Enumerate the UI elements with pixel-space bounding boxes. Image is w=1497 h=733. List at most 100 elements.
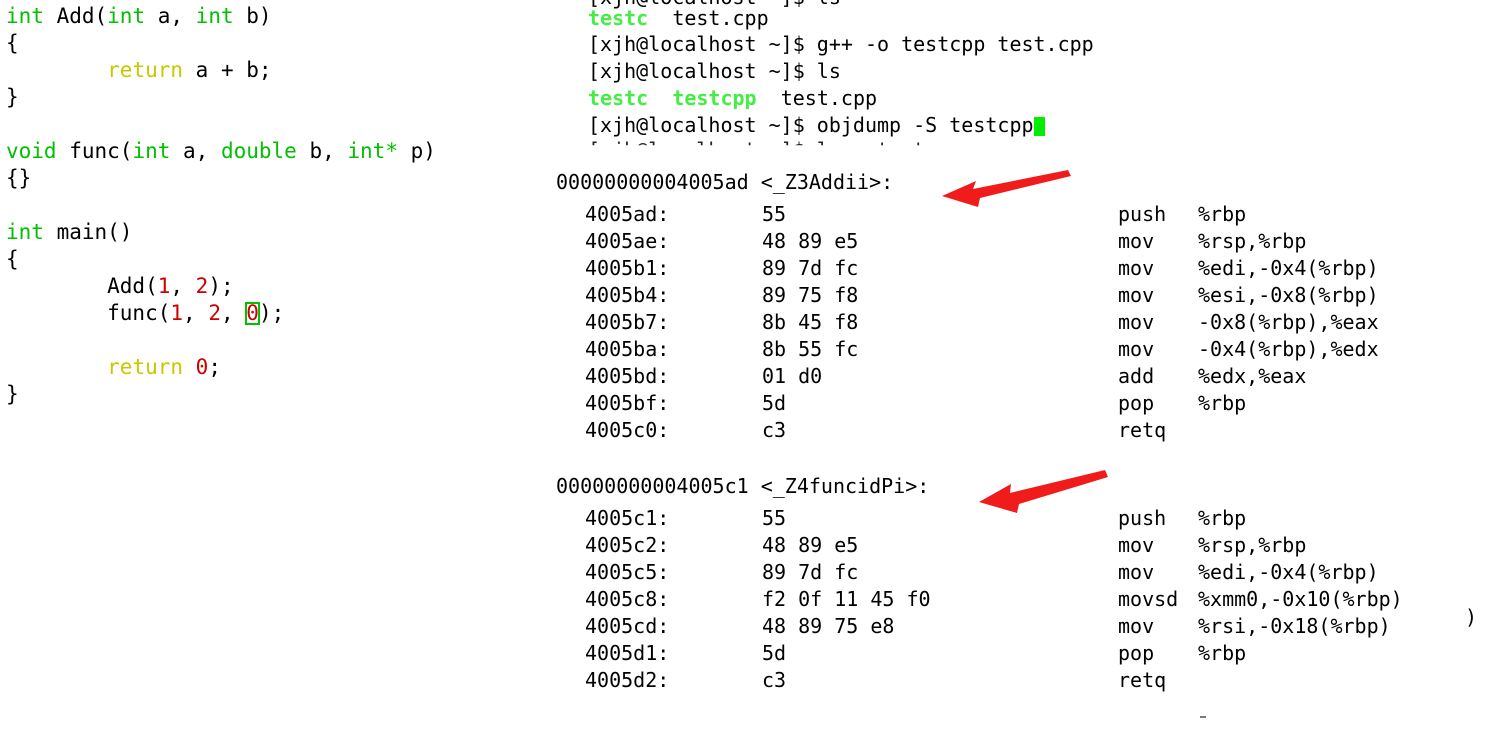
instruction-mnemonic: add [1118, 364, 1155, 388]
code-token: } [6, 382, 19, 406]
code-token: ; [208, 355, 221, 379]
disasm-instruction-row: 4005ad: 55 push %rbp [540, 203, 1497, 225]
code-token: , [220, 301, 247, 325]
instruction-mnemonic: mov [1118, 229, 1155, 253]
code-token: func( [6, 301, 171, 325]
keyword-token: void [6, 139, 57, 163]
terminal-line-0: testc test.cpp [588, 8, 769, 28]
keyword-token: int [6, 4, 44, 28]
dot-artifact [1200, 716, 1206, 718]
number-literal: 0 [195, 355, 209, 379]
code-token: p) [397, 139, 436, 163]
keyword-token: double [220, 139, 297, 163]
code-line-5: void func(int a, double b, int* p) [6, 141, 436, 162]
instruction-mnemonic: push [1118, 202, 1167, 226]
instruction-operands: %rsp,%rbp [1198, 533, 1307, 557]
disasm-instruction-row: 4005bd: 01 d0 add %edx,%eax [540, 365, 1497, 387]
terminal-line-4: [xjh@localhost ~]$ objdump -S testcpp [588, 115, 1045, 136]
instruction-operands: %rsp,%rbp [1198, 229, 1307, 253]
stray-paren-artifact: ) [1465, 605, 1478, 629]
disasm-instruction-row: 4005c2: 48 89 e5 mov %rsp,%rbp [540, 534, 1497, 556]
instruction-bytes: c3 [762, 668, 787, 692]
terminal-pane[interactable]: [xjh@localhost ~]$ ls testc test.cpp [xjh… [540, 0, 1497, 733]
number-literal: 2 [208, 301, 221, 325]
disasm-function-header: 00000000004005ad <_Z3Addii>: [556, 170, 894, 194]
instruction-operands: %rbp [1198, 641, 1247, 665]
instruction-mnemonic: mov [1118, 256, 1155, 280]
code-line-13: return 0; [6, 357, 221, 378]
instruction-bytes: 8b 55 fc [762, 337, 859, 361]
instruction-mnemonic: pop [1118, 641, 1155, 665]
instruction-operands: %rbp [1198, 202, 1247, 226]
disasm-instruction-row: 4005c8: f2 0f 11 45 f0 movsd %xmm0,-0x10(%r… [540, 588, 1497, 610]
instruction-bytes: f2 0f 11 45 f0 [762, 587, 931, 611]
instruction-bytes: 55 [762, 202, 787, 226]
instruction-address: 4005bf: [585, 391, 670, 415]
instruction-mnemonic: retq [1118, 418, 1167, 442]
instruction-bytes: 5d [762, 391, 787, 415]
instruction-bytes: 55 [762, 506, 787, 530]
return-keyword: return [107, 58, 184, 82]
instruction-address: 4005cd: [585, 614, 670, 638]
code-line-8: int main() [6, 222, 132, 243]
code-line-9: { [6, 249, 19, 270]
instruction-mnemonic: mov [1118, 310, 1155, 334]
source-file-name: test.cpp [780, 86, 878, 110]
disasm-instruction-row: 4005c1: 55 push %rbp [540, 507, 1497, 529]
disasm-instruction-row: 4005b1: 89 7d fc mov %edi,-0x4(%rbp) [540, 257, 1497, 279]
instruction-bytes: c3 [762, 418, 787, 442]
instruction-mnemonic: pop [1118, 391, 1155, 415]
code-token: ); [208, 274, 234, 298]
instruction-mnemonic: mov [1118, 560, 1155, 584]
disasm-instruction-row: 4005ba: 8b 55 fc mov -0x4(%rbp),%edx [540, 338, 1497, 360]
terminal-cursor [1033, 117, 1045, 136]
number-literal: 2 [195, 274, 209, 298]
instruction-mnemonic: mov [1118, 614, 1155, 638]
code-line-2: return a + b; [6, 58, 272, 82]
highlighted-literal: 0 [245, 301, 260, 325]
instruction-address: 4005bd: [585, 364, 670, 388]
code-token: a, [170, 139, 221, 163]
instruction-address: 4005b1: [585, 256, 670, 280]
instruction-address: 4005ba: [585, 337, 670, 361]
code-token: { [6, 247, 19, 271]
code-token: Add( [43, 4, 108, 28]
return-keyword: return [107, 355, 184, 379]
shell-prompt: [xjh@localhost ~]$ [588, 59, 817, 83]
terminal-line-2: [xjh@localhost ~]$ ls [588, 61, 841, 81]
instruction-address: 4005c0: [585, 418, 670, 442]
code-token: a, [145, 4, 196, 28]
instruction-address: 4005d1: [585, 641, 670, 665]
disasm-function-header: 00000000004005c1 <_Z4funcidPi>: [556, 474, 930, 498]
code-token: ); [258, 301, 285, 325]
instruction-address: 4005c1: [585, 506, 670, 530]
instruction-address: 4005ae: [585, 229, 670, 253]
instruction-bytes: 89 7d fc [762, 560, 859, 584]
instruction-address: 4005c8: [585, 587, 670, 611]
shell-prompt: [xjh@localhost ~]$ [588, 113, 817, 137]
source-code-pane[interactable]: int Add(int a, int b){ return a + b;} voi… [0, 0, 540, 733]
instruction-operands: %xmm0,-0x10(%rbp) [1198, 587, 1403, 611]
disasm-instruction-row: 4005b7: 8b 45 f8 mov -0x8(%rbp),%eax [540, 311, 1497, 333]
executable-file-name: testc [588, 6, 649, 30]
instruction-bytes: 5d [762, 641, 787, 665]
code-token: a + b; [183, 58, 272, 82]
ls-gap [648, 6, 672, 30]
code-token: func( [56, 139, 133, 163]
shell-command: objdump -S testcpp [816, 113, 1034, 137]
instruction-operands: %rsi,-0x18(%rbp) [1198, 614, 1391, 638]
instruction-bytes: 48 89 75 e8 [762, 614, 895, 638]
instruction-mnemonic: movsd [1118, 587, 1179, 611]
code-line-3: } [6, 87, 19, 108]
instruction-operands: %edx,%eax [1198, 364, 1307, 388]
instruction-mnemonic: mov [1118, 337, 1155, 361]
instruction-mnemonic: retq [1118, 668, 1167, 692]
code-line-6: {} [6, 168, 31, 189]
instruction-bytes: 01 d0 [762, 364, 823, 388]
executable-file-name: testc [588, 86, 649, 110]
code-token: b, [296, 139, 348, 163]
keyword-token: int* [347, 139, 398, 163]
